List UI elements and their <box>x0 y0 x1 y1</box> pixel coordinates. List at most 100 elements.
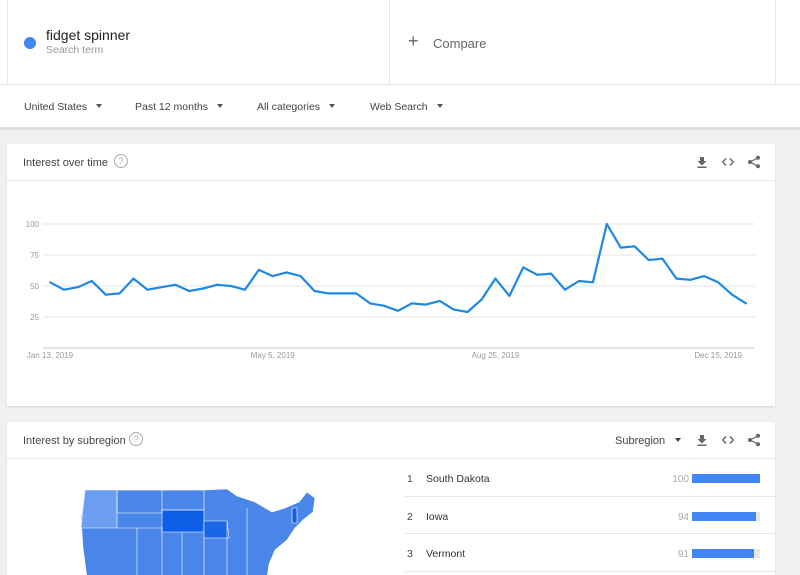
data-point[interactable] <box>369 302 372 305</box>
data-point[interactable] <box>202 287 205 290</box>
data-point[interactable] <box>327 292 330 295</box>
row-value: 91 <box>677 549 689 560</box>
row-value: 94 <box>677 511 689 523</box>
data-point[interactable] <box>675 277 678 280</box>
card-title: Interest by subregion <box>23 435 126 447</box>
data-point[interactable] <box>146 288 149 291</box>
data-point[interactable] <box>160 286 163 289</box>
data-point[interactable] <box>703 275 706 278</box>
compare-button[interactable]: + Compare <box>390 0 776 84</box>
data-point[interactable] <box>661 257 664 260</box>
data-point[interactable] <box>508 294 511 297</box>
subregion-row[interactable]: 3 Vermont 91 <box>405 534 775 572</box>
caret-down-icon <box>216 104 223 109</box>
data-point[interactable] <box>313 289 316 292</box>
interest-line-chart[interactable]: 25 50 75 100 Jan 13, 2019 May 5, 2019 Aug 25,… <box>7 181 775 406</box>
data-point[interactable] <box>536 273 539 276</box>
embed-icon[interactable] <box>721 155 735 169</box>
row-rank: 1 <box>407 473 413 485</box>
share-icon[interactable] <box>747 155 761 169</box>
download-icon[interactable] <box>695 155 709 169</box>
data-point[interactable] <box>132 277 135 280</box>
subregion-dropdown-label: Subregion <box>615 435 666 447</box>
series-line-fidget-spinner <box>49 222 747 314</box>
data-point[interactable] <box>731 293 734 296</box>
filter-geo-dropdown[interactable]: United States <box>24 101 103 113</box>
subregion-dropdown[interactable]: Subregion <box>615 435 682 447</box>
data-point[interactable] <box>355 292 358 295</box>
filter-time-label: Past 12 months <box>135 101 208 113</box>
caret-down-icon <box>436 104 443 109</box>
data-point[interactable] <box>271 275 274 278</box>
data-point[interactable] <box>90 280 93 283</box>
data-point[interactable] <box>397 309 399 312</box>
map-state-vermont <box>291 507 298 524</box>
data-point[interactable] <box>647 258 650 261</box>
data-point[interactable] <box>257 268 260 271</box>
data-point[interactable] <box>216 283 219 286</box>
download-icon[interactable] <box>695 433 709 447</box>
x-tick-label: Jan 13, 2019 <box>27 351 74 360</box>
interest-by-subregion-card: Interest by subregion ? Subregion 1 Sout… <box>7 422 775 575</box>
caret-down-icon <box>329 104 336 109</box>
filter-category-label: All categories <box>257 101 321 113</box>
data-point[interactable] <box>174 283 177 286</box>
share-icon[interactable] <box>747 433 761 447</box>
data-point[interactable] <box>564 288 567 291</box>
data-point[interactable] <box>285 271 288 274</box>
search-term-name[interactable]: fidget spinner <box>46 27 130 43</box>
row-value: 100 <box>672 474 689 485</box>
filter-search-type-dropdown[interactable]: Web Search <box>370 101 443 113</box>
data-point[interactable] <box>410 302 413 305</box>
caret-down-icon <box>96 104 103 109</box>
data-point[interactable] <box>522 266 525 269</box>
help-icon[interactable]: ? <box>114 154 128 168</box>
subregion-row[interactable]: 1 South Dakota 100 <box>405 459 775 497</box>
data-point[interactable] <box>424 303 427 306</box>
y-tick-label: 100 <box>26 220 40 229</box>
data-point[interactable] <box>494 277 497 280</box>
data-point[interactable] <box>717 281 720 284</box>
data-point[interactable] <box>243 288 246 291</box>
data-point[interactable] <box>466 311 469 314</box>
filter-category-dropdown[interactable]: All categories <box>257 101 336 113</box>
data-point[interactable] <box>229 285 232 287</box>
data-point[interactable] <box>341 292 344 295</box>
data-point[interactable] <box>438 299 441 302</box>
card-header: Interest over time ? <box>7 144 775 181</box>
help-icon[interactable]: ? <box>129 432 143 446</box>
row-bar <box>692 549 754 558</box>
embed-icon[interactable] <box>721 433 735 447</box>
filter-geo-label: United States <box>24 101 88 113</box>
data-point[interactable] <box>76 286 79 289</box>
data-point[interactable] <box>619 246 622 249</box>
data-point[interactable] <box>49 281 51 284</box>
data-point[interactable] <box>550 272 553 275</box>
data-point[interactable] <box>104 293 107 296</box>
data-point[interactable] <box>383 304 386 307</box>
data-point[interactable] <box>480 298 483 301</box>
subregion-row[interactable]: 2 Iowa 94 <box>405 497 775 534</box>
data-point[interactable] <box>689 278 692 281</box>
data-point[interactable] <box>62 288 65 291</box>
row-rank: 2 <box>407 510 413 523</box>
data-point[interactable] <box>745 302 747 305</box>
y-tick-label: 25 <box>30 313 39 322</box>
data-point[interactable] <box>591 281 594 284</box>
search-term-card[interactable]: fidget spinner Search term <box>7 0 390 84</box>
data-point[interactable] <box>633 245 636 248</box>
caret-down-icon <box>675 438 682 443</box>
row-bar-track <box>692 474 760 483</box>
data-point[interactable] <box>118 292 121 295</box>
map-state-iowa <box>203 520 230 539</box>
y-tick-label: 75 <box>30 251 39 260</box>
filter-time-dropdown[interactable]: Past 12 months <box>135 101 223 113</box>
us-subregion-map[interactable] <box>77 488 322 575</box>
x-tick-label: Dec 15, 2019 <box>694 351 742 360</box>
data-point[interactable] <box>605 223 608 225</box>
data-point[interactable] <box>577 280 580 283</box>
data-point[interactable] <box>452 308 455 311</box>
data-point[interactable] <box>299 275 302 278</box>
plus-icon: + <box>408 31 419 51</box>
data-point[interactable] <box>188 289 191 292</box>
